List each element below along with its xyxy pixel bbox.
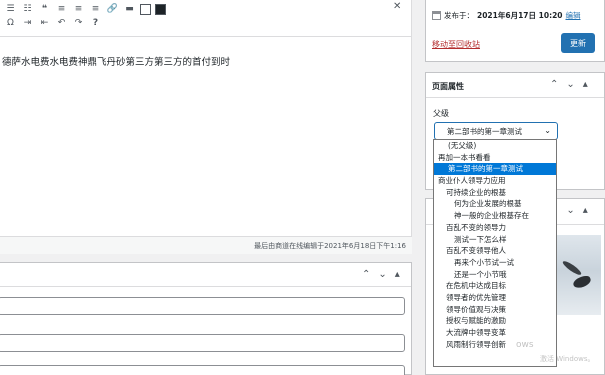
custom-field-input-3[interactable]: [0, 365, 405, 375]
custom-field-input-1[interactable]: [0, 297, 405, 315]
toolbar-row-2: Ω ⇥ ⇤ ↶ ↷ ?: [4, 14, 106, 32]
activation-watermark-sub: 激活 Windows。: [540, 355, 595, 363]
custom-field-input-2[interactable]: [0, 334, 405, 352]
dropdown-option[interactable]: 再来个小节试一试: [434, 257, 556, 269]
redo-icon[interactable]: ↷: [72, 17, 85, 30]
dropdown-option[interactable]: (无父级): [434, 140, 556, 152]
dropdown-option[interactable]: 测试一下怎么样: [434, 234, 556, 246]
update-button[interactable]: 更新: [561, 33, 595, 53]
dropdown-option[interactable]: 在危机中达成目标: [434, 280, 556, 292]
parent-select-value: 第二部书的第一章测试: [447, 126, 522, 136]
custom-fields-box: ⌃ ⌄ ▴: [0, 262, 412, 375]
outdent-icon[interactable]: ⇤: [38, 17, 51, 30]
move-down-icon[interactable]: ⌄: [378, 269, 386, 280]
editor-panel: ☰ ☷ ❝ ≡ ≡ ≡ 🔗 ▬ ✕ Ω ⇥ ⇤ ↶ ↷ ? 德萨水电费水电费神鼎…: [0, 0, 412, 254]
parent-select[interactable]: 第二部书的第一章测试 ⌄: [434, 122, 558, 140]
undo-icon[interactable]: ↶: [55, 17, 68, 30]
dropdown-option[interactable]: 大流牌中领导变革: [434, 327, 556, 339]
dropdown-option[interactable]: 领导价值观与决策: [434, 304, 556, 316]
page-attributes-title: 页面属性: [432, 82, 464, 91]
expand-editor-icon[interactable]: ✕: [393, 1, 401, 12]
bird-wing-shape: [561, 259, 583, 277]
move-down-icon[interactable]: ⌄: [566, 79, 574, 90]
dropdown-option[interactable]: 百乱不变领导他人: [434, 245, 556, 257]
activation-watermark: ows: [516, 340, 534, 350]
published-info: 发布于： 2021年6月17日 10:20 编辑: [432, 10, 581, 21]
help-icon[interactable]: ?: [89, 17, 102, 30]
parent-label: 父级: [433, 109, 449, 118]
chevron-down-icon: ⌄: [544, 126, 551, 135]
publish-box: 发布于： 2021年6月17日 10:20 编辑 移动至回收站 更新: [425, 0, 605, 62]
link-icon[interactable]: 🔗: [106, 3, 119, 16]
box-order-controls: ⌃ ⌄ ▴: [362, 269, 400, 280]
dropdown-option[interactable]: 商业仆人领导力应用: [434, 175, 556, 187]
move-to-trash-link[interactable]: 移动至回收站: [432, 39, 480, 50]
omega-icon[interactable]: Ω: [4, 17, 17, 30]
fullscreen-box-icon[interactable]: [140, 3, 151, 15]
dropdown-option[interactable]: 再加一本书看看: [434, 152, 556, 164]
dropdown-option[interactable]: 还是一个小节哦: [434, 269, 556, 281]
toggle-panel-icon[interactable]: ▴: [583, 79, 588, 90]
dropdown-option[interactable]: 神一般的企业根基存在: [434, 210, 556, 222]
move-down-icon[interactable]: ⌄: [566, 205, 574, 216]
move-up-icon[interactable]: ⌃: [362, 269, 370, 280]
more-tag-icon[interactable]: ▬: [123, 3, 136, 16]
calendar-icon: [432, 11, 441, 20]
indent-icon[interactable]: ⇥: [21, 17, 34, 30]
parent-dropdown-list[interactable]: (无父级) 再加一本书看看 第二部书的第一章测试 商业仆人领导力应用 可持续企业的根基何…: [433, 139, 557, 367]
editor-content[interactable]: 德萨水电费水电费神鼎飞丹砂第三方第三方的首付到时: [2, 54, 230, 68]
toolbar-toggle-icon[interactable]: [155, 3, 166, 15]
dropdown-option[interactable]: 风雨制行领导创新: [434, 339, 556, 351]
move-up-icon[interactable]: ⌃: [550, 79, 558, 90]
last-edited-text: 最后由商道在线编辑于2021年6月18日下午1:16: [254, 242, 406, 250]
bird-shape: [571, 274, 593, 290]
editor-status-bar: 最后由商道在线编辑于2021年6月18日下午1:16: [0, 236, 412, 254]
dropdown-option[interactable]: 第二部书的第一章测试: [434, 163, 556, 176]
toolbar-divider: [0, 36, 412, 37]
published-label: 发布于：: [444, 11, 474, 20]
dropdown-option[interactable]: 领导者的优先管理: [434, 292, 556, 304]
custom-fields-header: ⌃ ⌄ ▴: [0, 263, 411, 287]
dropdown-option[interactable]: 可持续企业的根基: [434, 187, 556, 199]
edit-date-link[interactable]: 编辑: [566, 10, 581, 21]
dropdown-option[interactable]: 百乱不变的领导力: [434, 222, 556, 234]
attr-order-controls: ⌃ ⌄ ▴: [550, 79, 588, 90]
page-attributes-header: 页面属性 ⌃ ⌄ ▴: [426, 73, 604, 98]
dropdown-option[interactable]: 授权与赋能的激励: [434, 315, 556, 327]
toggle-panel-icon[interactable]: ▴: [395, 269, 400, 280]
published-date: 2021年6月17日 10:20: [477, 11, 563, 20]
dropdown-option[interactable]: 何为企业发展的根基: [434, 198, 556, 210]
toggle-panel-icon[interactable]: ▴: [583, 205, 588, 216]
